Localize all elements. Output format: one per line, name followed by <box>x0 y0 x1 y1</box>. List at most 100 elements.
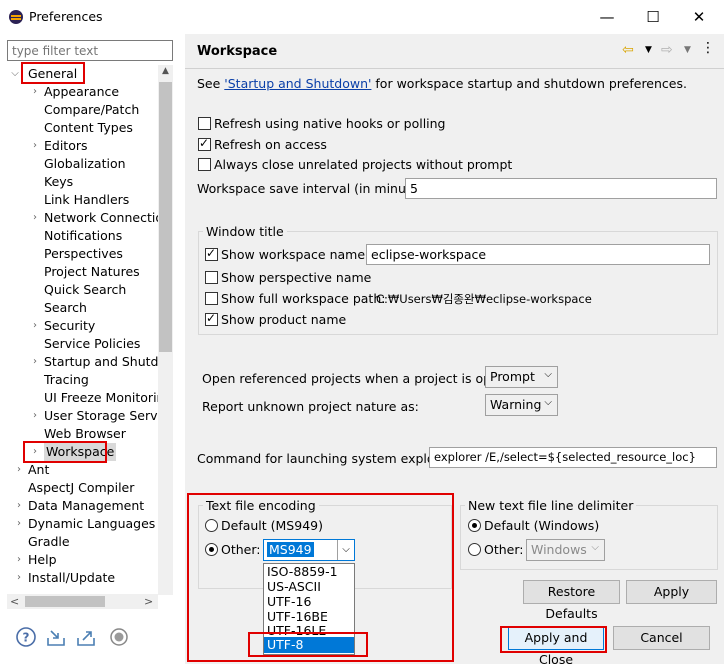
tree-item-user-storage[interactable]: User Storage Service <box>44 407 158 425</box>
export-icon[interactable] <box>75 626 97 648</box>
minimize-button[interactable]: — <box>584 4 630 30</box>
tree-item-aspectj[interactable]: AspectJ Compiler <box>28 479 134 497</box>
chevron-right-icon[interactable]: › <box>30 140 40 151</box>
chevron-right-icon[interactable]: › <box>30 356 40 367</box>
help-icon[interactable]: ? <box>15 626 37 648</box>
highlight-utf8 <box>248 632 368 657</box>
tree-item-perspectives[interactable]: Perspectives <box>44 245 123 263</box>
window-title: Preferences <box>29 9 103 24</box>
chevron-right-icon[interactable]: › <box>14 518 24 529</box>
refresh-access-checkbox[interactable] <box>198 136 211 151</box>
tree-item-notifications[interactable]: Notifications <box>44 227 122 245</box>
chevron-right-icon[interactable]: › <box>14 500 24 511</box>
page-title: Workspace <box>197 44 278 59</box>
restore-defaults-button[interactable]: Restore Defaults <box>523 580 620 621</box>
tree-item-globalization[interactable]: Globalization <box>44 155 126 173</box>
show-perspective-checkbox[interactable] <box>205 271 218 284</box>
tree-item-content-types[interactable]: Content Types <box>44 119 133 137</box>
chevron-right-icon[interactable]: › <box>30 320 40 331</box>
refresh-native-checkbox[interactable] <box>198 117 211 130</box>
show-product-label: Show product name <box>221 312 347 327</box>
delim-other-label: Other: <box>484 542 524 557</box>
delimiter-select[interactable]: Windows ⌵ <box>526 539 605 561</box>
tree-item-dynamic-languages[interactable]: Dynamic Languages <box>28 515 155 533</box>
chevron-right-icon[interactable]: › <box>30 410 40 421</box>
highlight-general <box>21 62 85 84</box>
tree-item-network[interactable]: Network Connection <box>44 209 158 227</box>
tree-item-security[interactable]: Security <box>44 317 95 335</box>
refresh-native-label: Refresh using native hooks or polling <box>214 116 446 131</box>
refresh-access-label: Refresh on access <box>214 137 327 152</box>
tree-item-install-update[interactable]: Install/Update <box>28 569 115 587</box>
scroll-left-icon[interactable]: < <box>10 595 19 608</box>
tree-item-service-policies[interactable]: Service Policies <box>44 335 140 353</box>
forward-menu-icon[interactable]: ▼ <box>684 45 691 55</box>
chevron-down-icon[interactable]: ⌵ <box>10 68 20 79</box>
tree-item-ant[interactable]: Ant <box>28 461 49 479</box>
record-icon[interactable] <box>108 626 130 648</box>
tree-item-ui-freeze[interactable]: UI Freeze Monitoring <box>44 389 158 407</box>
chevron-down-icon: ⌵ <box>591 542 599 553</box>
chevron-right-icon[interactable]: › <box>30 212 40 223</box>
show-ws-name-checkbox[interactable] <box>205 246 218 261</box>
header-separator <box>185 68 724 69</box>
cmd-input[interactable]: explorer /E,/select=${selected_resource_… <box>429 447 717 468</box>
tree-item-keys[interactable]: Keys <box>44 173 73 191</box>
tree-item-link-handlers[interactable]: Link Handlers <box>44 191 129 209</box>
startup-shutdown-link[interactable]: 'Startup and Shutdown' <box>224 76 371 91</box>
maximize-button[interactable]: ☐ <box>630 4 676 30</box>
chevron-right-icon[interactable]: › <box>14 554 24 565</box>
apply-button[interactable]: Apply <box>626 580 717 604</box>
filter-input[interactable] <box>7 40 173 61</box>
save-interval-input[interactable]: 5 <box>405 178 717 199</box>
delim-default-radio[interactable] <box>468 519 481 532</box>
tree-hscroll-thumb[interactable] <box>25 596 105 607</box>
open-ref-select[interactable]: Prompt ⌵ <box>485 366 558 388</box>
intro-prefix: See <box>197 76 225 91</box>
tree-item-project-natures[interactable]: Project Natures <box>44 263 140 281</box>
scroll-up-icon[interactable]: ▲ <box>159 66 172 80</box>
tree-item-compare[interactable]: Compare/Patch <box>44 101 139 119</box>
tree-item-appearance[interactable]: Appearance <box>44 83 119 101</box>
intro-text: See 'Startup and Shutdown' for workspace… <box>197 76 687 91</box>
tree-item-gradle[interactable]: Gradle <box>28 533 70 551</box>
preference-tree: ⌵ General Appearance › Compare/Patch Con… <box>0 65 158 594</box>
window-title-group-label: Window title <box>203 224 287 239</box>
scroll-right-icon[interactable]: > <box>144 595 153 608</box>
back-menu-icon[interactable]: ▼ <box>645 45 652 55</box>
title-bar: Preferences — ☐ ✕ <box>0 0 724 34</box>
tree-item-editors[interactable]: Editors <box>44 137 88 155</box>
ws-name-input[interactable]: eclipse-workspace <box>366 244 710 265</box>
back-icon[interactable]: ⇦ <box>622 42 634 58</box>
chevron-right-icon[interactable]: › <box>14 572 24 583</box>
intro-suffix: for workspace startup and shutdown prefe… <box>371 76 687 91</box>
tree-item-data-management[interactable]: Data Management <box>28 497 144 515</box>
show-ws-path-label: Show full workspace path: <box>221 291 386 306</box>
report-unknown-value: Warning <box>490 397 542 412</box>
chevron-right-icon[interactable]: › <box>14 464 24 475</box>
delim-default-label: Default (Windows) <box>484 518 600 533</box>
import-icon[interactable] <box>45 626 67 648</box>
show-ws-name-label: Show workspace name: <box>221 247 370 262</box>
always-close-checkbox[interactable] <box>198 158 211 171</box>
tree-scroll-thumb[interactable] <box>159 82 172 352</box>
chevron-down-icon: ⌵ <box>544 397 552 408</box>
tree-item-tracing[interactable]: Tracing <box>44 371 89 389</box>
close-button[interactable]: ✕ <box>676 4 722 30</box>
delim-other-radio[interactable] <box>468 543 481 556</box>
ws-path-value: C:₩Users₩김종완₩eclipse-workspace <box>376 292 592 306</box>
cancel-button[interactable]: Cancel <box>613 626 710 650</box>
tree-item-search[interactable]: Search <box>44 299 87 317</box>
tree-item-help[interactable]: Help <box>28 551 57 569</box>
tree-item-startup[interactable]: Startup and Shutdow <box>44 353 158 371</box>
tree-item-quick-search[interactable]: Quick Search <box>44 281 126 299</box>
chevron-down-icon: ⌵ <box>544 369 552 380</box>
open-ref-value: Prompt <box>490 369 535 384</box>
show-product-checkbox[interactable] <box>205 311 218 326</box>
forward-icon[interactable]: ⇨ <box>661 42 673 58</box>
chevron-right-icon[interactable]: › <box>30 86 40 97</box>
show-ws-path-checkbox[interactable] <box>205 292 218 305</box>
view-menu-icon[interactable]: ⋮ <box>701 40 715 56</box>
save-interval-label: Workspace save interval (in minutes): <box>197 181 435 196</box>
report-unknown-select[interactable]: Warning ⌵ <box>485 394 558 416</box>
